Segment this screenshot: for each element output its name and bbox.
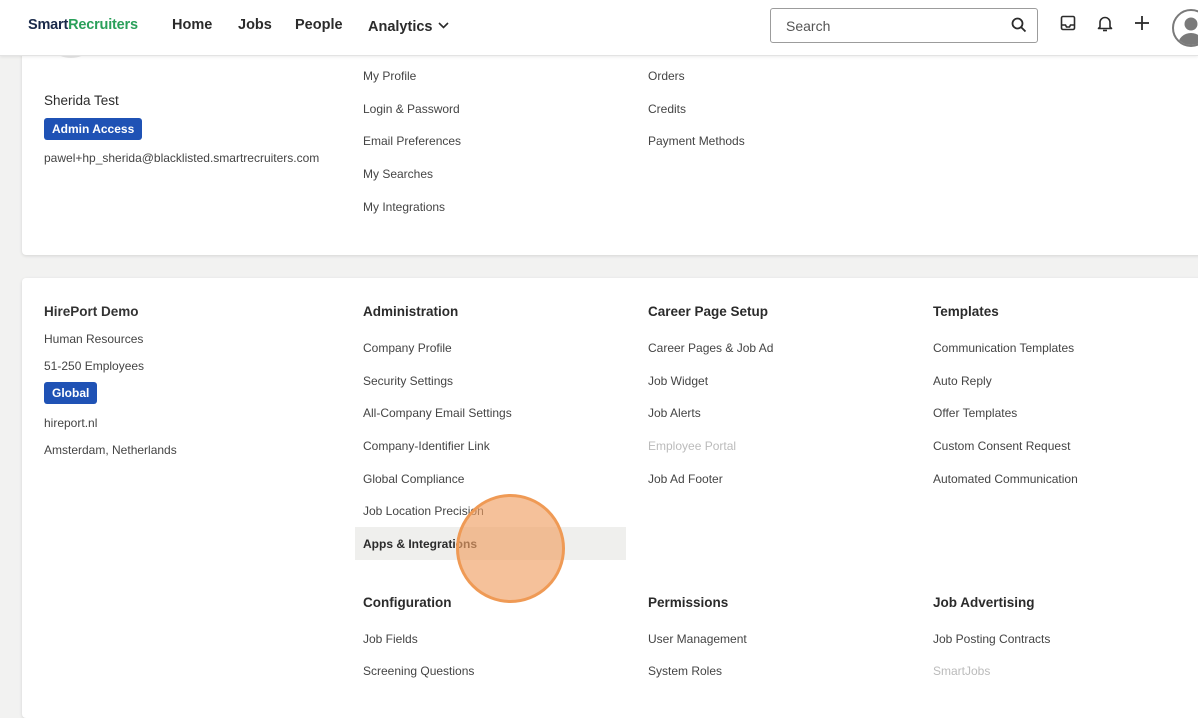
link-automated-communication[interactable]: Automated Communication <box>933 472 1078 486</box>
company-location: Amsterdam, Netherlands <box>44 443 177 457</box>
link-system-roles[interactable]: System Roles <box>648 664 722 678</box>
link-my-integrations[interactable]: My Integrations <box>363 200 445 214</box>
user-name: Sherida Test <box>44 93 119 108</box>
user-avatar-icon[interactable] <box>1172 9 1198 47</box>
inbox-icon[interactable] <box>1060 15 1076 36</box>
career-page-setup-heading: Career Page Setup <box>648 304 769 319</box>
chevron-down-icon <box>438 17 450 33</box>
logo-part-1: Smart <box>28 17 69 33</box>
link-job-posting-contracts[interactable]: Job Posting Contracts <box>933 632 1050 646</box>
permissions-heading: Permissions <box>648 595 729 610</box>
company-size: 51-250 Employees <box>44 359 145 373</box>
link-company-identifier-link[interactable]: Company-Identifier Link <box>363 439 490 453</box>
nav-people[interactable]: People <box>295 17 343 33</box>
link-job-alerts[interactable]: Job Alerts <box>648 406 701 420</box>
link-job-ad-footer[interactable]: Job Ad Footer <box>648 472 723 486</box>
link-security-settings[interactable]: Security Settings <box>363 374 453 388</box>
smartrecruiters-logo[interactable]: SmartRecruiters <box>28 17 138 33</box>
link-auto-reply[interactable]: Auto Reply <box>933 374 992 388</box>
admin-access-badge: Admin Access <box>44 118 143 140</box>
administration-heading: Administration <box>363 304 459 319</box>
job-advertising-heading: Job Advertising <box>933 595 1035 610</box>
nav-jobs[interactable]: Jobs <box>238 17 272 33</box>
account-card: Sherida Test Admin Access pawel+hp_sheri… <box>22 30 1198 255</box>
link-login-password[interactable]: Login & Password <box>363 102 460 116</box>
link-screening-questions[interactable]: Screening Questions <box>363 664 474 678</box>
nav-analytics[interactable]: Analytics <box>368 17 450 35</box>
company-settings-card: HirePort Demo Human Resources 51-250 Emp… <box>22 278 1198 718</box>
company-name: HirePort Demo <box>44 304 139 319</box>
link-job-fields[interactable]: Job Fields <box>363 632 418 646</box>
logo-part-2: Recruiters <box>68 17 138 33</box>
link-custom-consent-request[interactable]: Custom Consent Request <box>933 439 1070 453</box>
link-global-compliance[interactable]: Global Compliance <box>363 472 464 486</box>
link-job-widget[interactable]: Job Widget <box>648 374 708 388</box>
link-company-profile[interactable]: Company Profile <box>363 341 452 355</box>
link-my-searches[interactable]: My Searches <box>363 167 433 181</box>
link-employee-portal: Employee Portal <box>648 439 737 453</box>
link-communication-templates[interactable]: Communication Templates <box>933 341 1074 355</box>
link-email-preferences[interactable]: Email Preferences <box>363 134 461 148</box>
link-orders[interactable]: Orders <box>648 69 685 83</box>
click-indicator <box>456 494 565 603</box>
link-smartjobs: SmartJobs <box>933 664 991 678</box>
templates-heading: Templates <box>933 304 999 319</box>
search-input[interactable] <box>771 9 1001 42</box>
link-my-profile[interactable]: My Profile <box>363 69 416 83</box>
link-credits[interactable]: Credits <box>648 102 686 116</box>
search-icon[interactable] <box>1011 17 1027 38</box>
link-payment-methods[interactable]: Payment Methods <box>648 134 745 148</box>
nav-analytics-label: Analytics <box>368 19 433 35</box>
nav-home[interactable]: Home <box>172 17 212 33</box>
link-career-pages-job-ad[interactable]: Career Pages & Job Ad <box>648 341 773 355</box>
company-department: Human Resources <box>44 332 144 346</box>
company-website: hireport.nl <box>44 416 98 430</box>
global-badge: Global <box>44 382 98 404</box>
link-user-management[interactable]: User Management <box>648 632 747 646</box>
bell-icon[interactable] <box>1097 15 1113 38</box>
link-all-company-email-settings[interactable]: All-Company Email Settings <box>363 406 512 420</box>
link-offer-templates[interactable]: Offer Templates <box>933 406 1017 420</box>
search-box <box>770 8 1038 43</box>
user-email: pawel+hp_sherida@blacklisted.smartrecrui… <box>44 151 320 165</box>
top-navigation-bar: SmartRecruiters Home Jobs People Analyti… <box>0 0 1198 56</box>
configuration-heading: Configuration <box>363 595 452 610</box>
plus-icon[interactable] <box>1134 15 1150 36</box>
